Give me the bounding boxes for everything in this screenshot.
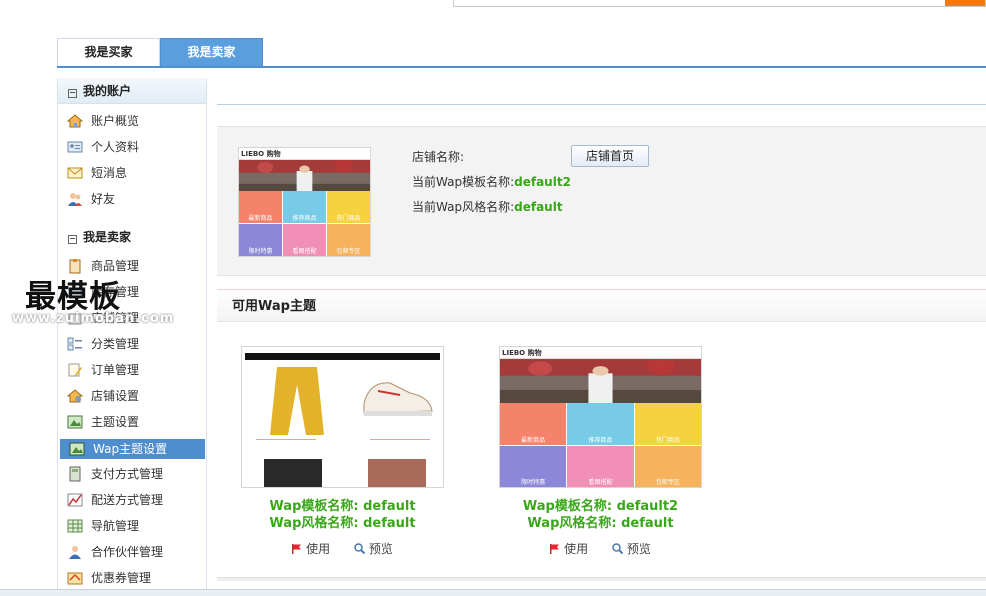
- grid-icon: [67, 519, 83, 533]
- flag-icon: [292, 544, 302, 554]
- sidebar-item-partners[interactable]: 合作伙伴管理: [58, 542, 206, 562]
- theme-style-name: Wap风格名称: default: [527, 516, 674, 531]
- coupon-icon: [67, 572, 83, 585]
- current-style-line: 当前Wap风格名称:default: [412, 200, 563, 214]
- status-bar: [0, 589, 986, 596]
- theme-card-default: Wap模板名称: default Wap风格名称: default 使用 预览: [240, 346, 445, 557]
- sidebar-item-account-overview[interactable]: 账户概览: [58, 111, 206, 131]
- sidebar-item-category[interactable]: 分类管理: [58, 334, 206, 354]
- role-tabs: 我是买家 我是卖家: [57, 38, 263, 67]
- preview-theme-button[interactable]: 预览: [612, 542, 651, 556]
- theme-template-name: Wap模板名称: default2: [522, 499, 679, 514]
- magnifier-icon: [612, 543, 623, 554]
- store-name-label: 店铺名称:: [412, 150, 465, 164]
- tab-divider: [57, 66, 986, 68]
- pencil-note-icon: [68, 363, 82, 377]
- sidebar-item-profile[interactable]: 个人资料: [58, 137, 206, 157]
- store-home-button[interactable]: 店铺首页: [571, 145, 649, 167]
- available-themes-title: 可用Wap主题: [217, 289, 986, 322]
- partner-icon: [69, 546, 81, 559]
- theme-template-name: Wap模板名称: default: [269, 499, 416, 514]
- theme-style-name: Wap风格名称: default: [269, 516, 416, 531]
- preview-theme-button[interactable]: 预览: [354, 542, 393, 556]
- use-theme-button[interactable]: 使用: [292, 542, 330, 556]
- sidebar-item-coupons[interactable]: 优惠券管理: [58, 568, 206, 588]
- list-icon: [67, 337, 82, 351]
- sidebar-item-delivery[interactable]: 配送方式管理: [58, 490, 206, 510]
- pants-image: [270, 367, 324, 435]
- flag-icon: [550, 544, 560, 554]
- sidebar-item-messages[interactable]: 短消息: [58, 163, 206, 183]
- search-button[interactable]: [945, 0, 985, 6]
- theme-thumbnail-default2[interactable]: LIEBO 购物 最新商品 推荐商品 热门商品 限时特惠 看图搭配 包邮专区: [499, 346, 702, 488]
- sidebar-item-orders[interactable]: 订单管理: [58, 360, 206, 380]
- theme-icon: [67, 415, 83, 429]
- mobile-logo: LIEBO 购物: [241, 150, 281, 158]
- collapse-icon: −: [68, 88, 77, 98]
- sneaker-image: [363, 382, 433, 416]
- content-bottom-divider: [217, 577, 986, 581]
- collapse-icon: −: [68, 234, 77, 244]
- use-theme-button[interactable]: 使用: [550, 542, 588, 556]
- delivery-chart-icon: [67, 493, 83, 507]
- current-template-line: 当前Wap模板名称:default2: [412, 175, 571, 189]
- watermark-url: www.zuimoban.com: [12, 311, 175, 326]
- sidebar-header-account[interactable]: − 我的账户: [58, 78, 206, 104]
- theme-thumbnail-default[interactable]: [241, 346, 444, 488]
- tab-buyer[interactable]: 我是买家: [57, 38, 160, 67]
- sidebar: − 我的账户 账户概览 个人资料 短消息 好友 − 我是卖家 商品管理 库存管理 店…: [57, 78, 207, 596]
- calculator-icon: [69, 466, 81, 482]
- friends-icon: [68, 193, 82, 206]
- sidebar-item-store-settings[interactable]: 店铺设置: [58, 386, 206, 406]
- theme-card-default2: LIEBO 购物 最新商品 推荐商品 热门商品 限时特惠 看图搭配 包邮专区 W…: [498, 346, 703, 557]
- banner-photo: [500, 359, 701, 407]
- sidebar-item-friends[interactable]: 好友: [58, 189, 206, 209]
- home-settings-icon: [67, 389, 83, 403]
- profile-card-icon: [67, 141, 83, 153]
- sidebar-item-payment[interactable]: 支付方式管理: [58, 464, 206, 484]
- theme-icon: [69, 442, 85, 456]
- watermark-title: 最模板: [25, 279, 121, 315]
- current-theme-thumbnail: LIEBO 购物 最新商品 推荐商品 热门商品 限时特惠 看图搭配 包邮专区: [238, 147, 371, 257]
- sidebar-item-navigation[interactable]: 导航管理: [58, 516, 206, 536]
- tab-seller[interactable]: 我是卖家: [160, 38, 263, 67]
- home-icon: [67, 114, 83, 128]
- sidebar-item-theme-settings[interactable]: 主题设置: [58, 412, 206, 432]
- envelope-icon: [67, 167, 83, 179]
- sidebar-item-wap-theme-settings[interactable]: Wap主题设置: [60, 439, 205, 459]
- sidebar-header-seller[interactable]: − 我是卖家: [58, 224, 206, 250]
- current-store-panel: LIEBO 购物 最新商品 推荐商品 热门商品 限时特惠 看图搭配 包邮专区 店…: [217, 126, 986, 276]
- content-divider: [217, 104, 986, 105]
- magnifier-icon: [354, 543, 365, 554]
- top-search-bar[interactable]: [453, 0, 986, 7]
